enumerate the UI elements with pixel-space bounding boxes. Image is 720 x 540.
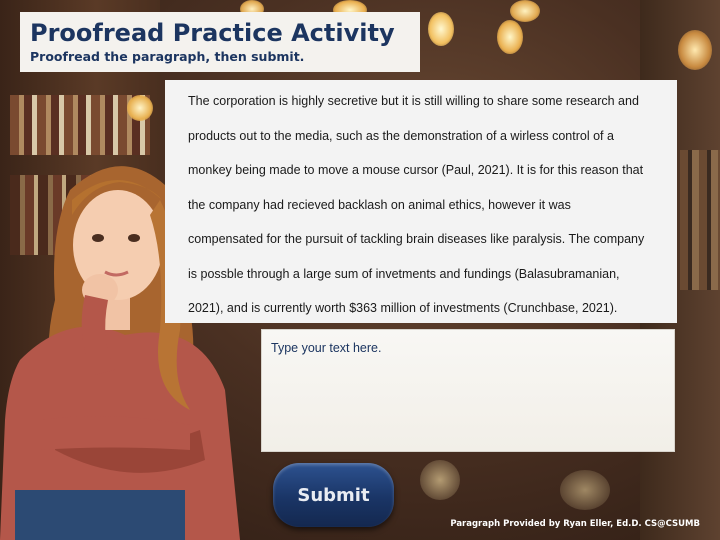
bokeh-light [420,460,460,500]
bokeh-light [497,20,523,54]
bokeh-light [678,30,712,70]
paragraph-panel: The corporation is highly secretive but … [165,80,677,323]
bokeh-light [510,0,540,22]
activity-header: Proofread Practice Activity Proofread th… [20,12,420,72]
paragraph-line: 2021), and is currently worth $363 milli… [188,301,618,315]
submit-button[interactable]: Submit [273,463,394,527]
paragraph-text: The corporation is highly secretive but … [188,84,661,326]
paragraph-line: The corporation is highly secretive but … [188,94,639,108]
paragraph-line: compensated for the pursuit of tackling … [188,232,645,246]
paragraph-line: products out to the media, such as the d… [188,128,614,143]
bokeh-light [127,95,153,121]
paragraph-credit: Paragraph Provided by Ryan Eller, Ed.D. … [450,519,700,529]
instructions-subtitle: Proofread the paragraph, then submit. [30,49,305,64]
answer-text-input[interactable]: Type your text here. [261,329,675,452]
answer-placeholder: Type your text here. [271,341,382,355]
bokeh-light [560,470,610,510]
bokeh-light [428,12,454,46]
paragraph-line: monkey being made to move a mouse cursor… [188,163,644,177]
submit-button-label: Submit [297,484,370,506]
paragraph-line: the company had recieved backlash on ani… [188,197,571,212]
page-title: Proofread Practice Activity [30,19,395,47]
books-right [680,150,720,290]
paragraph-line: is possble through a large sum of invetm… [188,266,620,281]
